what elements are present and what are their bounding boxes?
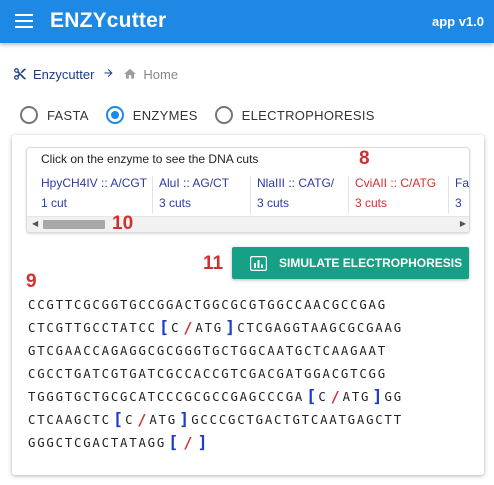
sequence-fragment: GTCGAACCAGAGGCGCGGGTGCTGGCAATGCTCAAGAAT (28, 343, 387, 358)
enzyme-name: Fa (455, 176, 470, 190)
sequence-line: CTCGTTGCCTATCC[C / ATG] CTCGAGGTAAGCGCGAAG (28, 316, 478, 339)
scrollbar-thumb[interactable] (43, 220, 105, 229)
enzyme-name: NlaIII :: CATG/ (257, 176, 335, 190)
radio-label: FASTA (47, 107, 89, 123)
enzyme-separator (448, 176, 449, 214)
scroll-right-icon[interactable]: ▶ (460, 219, 466, 228)
app-bar: ENZYcutter app v1.0 (0, 0, 494, 43)
bar-chart-icon (250, 255, 267, 271)
app-title: ENZYcutter (50, 9, 167, 32)
simulate-button-label: SIMULATE ELECTROPHORESIS (279, 256, 463, 270)
sequence-fragment: CCGTTCGCGGTGCCGGACTGGCGCGTGGCCAACGCCGAG (28, 297, 387, 312)
sequence-line: GTCGAACCAGAGGCGCGGGTGCTGGCAATGCTCAAGAAT (28, 339, 478, 362)
radio-label: ENZYMES (132, 107, 198, 123)
enzyme-panel: Click on the enzyme to see the DNA cuts … (26, 147, 470, 233)
enzyme-separator (250, 176, 251, 214)
enzyme-item-hpych4iv[interactable]: HpyCH4IV :: A/CGT 1 cut (41, 176, 147, 216)
cut-site-mark: / (183, 433, 193, 452)
enzyme-cuts: 3 cuts (257, 196, 290, 210)
cut-site-bracket-open: [ (112, 409, 124, 430)
annotation-10: 10 (112, 213, 134, 234)
cut-site-bracket-close: ] (224, 317, 236, 338)
radio-enzymes[interactable]: ENZYMES (105, 106, 198, 124)
sequence-fragment: GGGCTCGACTATAGG (28, 435, 167, 450)
enzyme-separator (152, 176, 153, 214)
enzyme-cuts: 1 cut (41, 196, 68, 210)
cut-site-right: ATG (195, 320, 223, 335)
enzyme-separator (348, 176, 349, 214)
mode-radio-group: FASTA ENZYMES ELECTROPHORESIS (20, 104, 392, 126)
cut-site-right: ATG (149, 412, 177, 427)
sequence-fragment: CTCGAGGTAAGCGCGAAG (237, 320, 403, 335)
main-card: Click on the enzyme to see the DNA cuts … (12, 135, 484, 475)
enzyme-cuts: 3 cuts (355, 196, 388, 210)
cut-site-right: ATG (342, 389, 371, 404)
app-version: app v1.0 (431, 14, 484, 29)
radio-circle[interactable] (20, 106, 38, 124)
enzyme-list[interactable]: HpyCH4IV :: A/CGT 1 cut AluI :: AG/CT 3 … (27, 172, 470, 216)
cut-site-bracket-close: ] (178, 409, 190, 430)
radio-circle-checked[interactable] (105, 106, 124, 124)
arrow-right-icon (102, 67, 115, 82)
enzyme-item-partial[interactable]: Fa 3 (448, 176, 470, 216)
home-icon (123, 67, 137, 81)
sequence-line: CGCCTGATCGTGATCGCCACCGTCGACGATGGACGTCGG (28, 362, 478, 385)
enzyme-item-nlaiii[interactable]: NlaIII :: CATG/ 3 cuts (250, 176, 335, 216)
cut-site-mark: / (330, 387, 340, 406)
enzyme-name: CviAII :: C/ATG (355, 176, 437, 190)
sequence-fragment: CTCGTTGCCTATCC (28, 320, 157, 335)
sequence-line: GGGCTCGACTATAGG[/] (28, 431, 478, 454)
horizontal-scrollbar[interactable]: ◀ ▶ (27, 216, 469, 232)
enzyme-name: AluI :: AG/CT (159, 176, 230, 190)
radio-label: ELECTROPHORESIS (241, 107, 375, 123)
sequence-fragment: GCCCGCTGACTGTCAATGAGCTT (191, 412, 403, 427)
sequence-fragment: CTCAAGCTC (28, 412, 111, 427)
cut-site-left: C (125, 412, 135, 427)
cut-site-left: C (318, 389, 328, 404)
cut-site-bracket-close: ] (372, 386, 383, 407)
menu-icon[interactable] (15, 14, 33, 28)
radio-electrophoresis[interactable]: ELECTROPHORESIS (214, 106, 375, 124)
annotation-8: 8 (359, 148, 370, 169)
sequence-fragment: GG (384, 389, 403, 404)
sequence-line: TGGGTGCTGCGCATCCCGCGCCGAGCCCGA[C / ATG] GG (28, 385, 478, 408)
cut-site-mark: / (137, 410, 147, 429)
cut-site-bracket-close: ] (197, 432, 208, 453)
sequence-fragment: TGGGTGCTGCGCATCCCGCGCCGAGCCCGA (28, 389, 305, 404)
enzyme-item-alui[interactable]: AluI :: AG/CT 3 cuts (152, 176, 230, 216)
cut-site-mark: / (183, 318, 193, 337)
cut-site-bracket-open: [ (158, 317, 170, 338)
cut-site-bracket-open: [ (168, 432, 179, 453)
sequence-line: CTCAAGCTC[C / ATG] GCCCGCTGACTGTCAATGAGCTT (28, 408, 478, 431)
dna-sequence: CCGTTCGCGGTGCCGGACTGGCGCGTGGCCAACGCCGAG C… (28, 293, 478, 454)
cut-site-left: C (171, 320, 181, 335)
breadcrumb: Enzycutter Home (13, 65, 178, 83)
enzyme-cuts: 3 (455, 196, 462, 210)
enzyme-cuts: 3 cuts (159, 196, 192, 210)
breadcrumb-enzycutter-link[interactable]: Enzycutter (33, 67, 94, 82)
simulate-electrophoresis-button[interactable]: SIMULATE ELECTROPHORESIS (232, 247, 469, 279)
breadcrumb-current: Home (143, 66, 179, 82)
sequence-fragment: CGCCTGATCGTGATCGCCACCGTCGACGATGGACGTCGG (28, 366, 387, 381)
scroll-left-icon[interactable]: ◀ (32, 219, 38, 228)
annotation-11: 11 (203, 253, 224, 274)
enzyme-name: HpyCH4IV :: A/CGT (41, 176, 148, 190)
scissors-icon (13, 67, 27, 81)
radio-fasta[interactable]: FASTA (20, 106, 89, 124)
enzyme-item-cviaii[interactable]: CviAII :: C/ATG 3 cuts (348, 176, 437, 216)
cut-site-bracket-open: [ (306, 386, 317, 407)
annotation-9: 9 (26, 271, 37, 292)
enzyme-hint: Click on the enzyme to see the DNA cuts (41, 152, 259, 166)
radio-circle[interactable] (214, 106, 233, 124)
sequence-line: CCGTTCGCGGTGCCGGACTGGCGCGTGGCCAACGCCGAG (28, 293, 478, 316)
